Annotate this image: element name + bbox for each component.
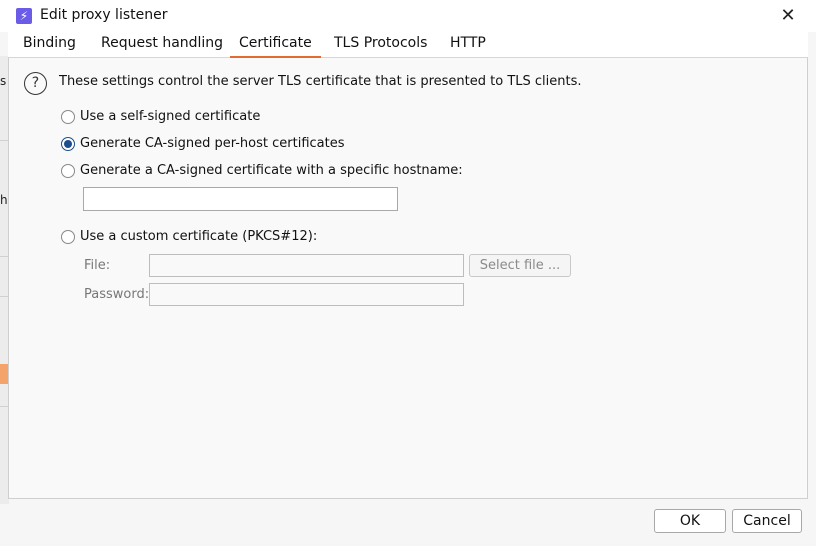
radio-button-selected[interactable]	[61, 137, 75, 151]
close-button[interactable]: ✕	[776, 4, 800, 28]
tab-tls-protocols[interactable]: TLS Protocols	[334, 35, 427, 57]
title-bar: ⚡ Edit proxy listener ✕	[0, 0, 816, 32]
radio-label[interactable]: Generate a CA-signed certificate with a …	[80, 163, 463, 178]
password-label: Password:	[84, 287, 150, 302]
help-text: These settings control the server TLS ce…	[59, 74, 582, 89]
ok-button[interactable]: OK	[654, 509, 726, 533]
radio-label[interactable]: Use a self-signed certificate	[80, 109, 260, 124]
tab-bar: Binding Request handling Certificate TLS…	[8, 32, 808, 58]
tab-certificate[interactable]: Certificate	[230, 35, 321, 58]
tab-request-handling[interactable]: Request handling	[101, 35, 223, 57]
certificate-panel: ? These settings control the server TLS …	[8, 58, 808, 499]
lightning-icon: ⚡	[16, 8, 32, 24]
tab-binding[interactable]: Binding	[23, 35, 76, 57]
password-input[interactable]	[149, 283, 464, 306]
radio-label[interactable]: Generate CA-signed per-host certificates	[80, 136, 345, 151]
tab-http[interactable]: HTTP	[450, 35, 486, 57]
radio-button[interactable]	[61, 110, 75, 124]
background-text-fragment: s	[0, 74, 7, 88]
file-label: File:	[84, 258, 111, 273]
cancel-button[interactable]: Cancel	[732, 509, 802, 533]
background-text-fragment: h	[0, 193, 8, 207]
radio-button[interactable]	[61, 164, 75, 178]
help-icon[interactable]: ?	[24, 72, 47, 95]
radio-button[interactable]	[61, 230, 75, 244]
window-title: Edit proxy listener	[40, 7, 168, 23]
select-file-button[interactable]: Select file ...	[469, 254, 571, 277]
hostname-input[interactable]	[83, 187, 398, 211]
radio-label[interactable]: Use a custom certificate (PKCS#12):	[80, 229, 317, 244]
edit-proxy-listener-dialog: s h ⚡ Edit proxy listener ✕ Binding Requ…	[0, 0, 816, 546]
file-input[interactable]	[149, 254, 464, 277]
